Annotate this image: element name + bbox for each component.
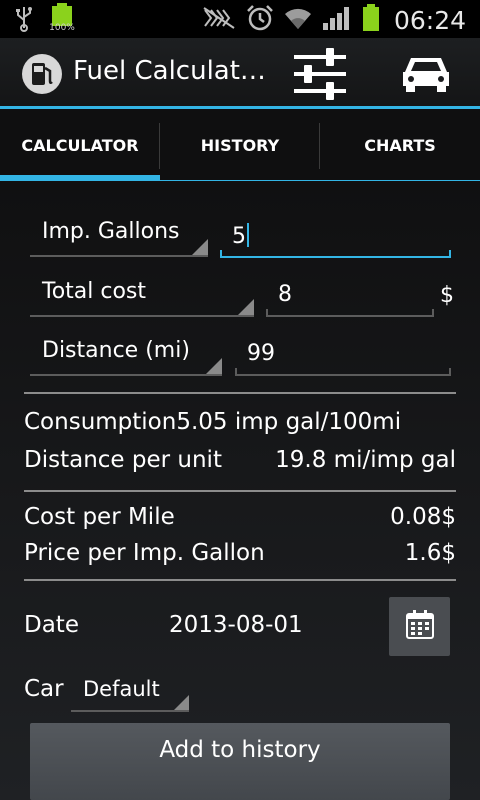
price-per-unit-label: Price per Imp. Gallon	[24, 540, 265, 566]
status-bar: 100% 06:24	[0, 0, 480, 38]
car-label: Car	[24, 676, 64, 702]
cost-input[interactable]: 8	[266, 275, 434, 317]
battery-percent-text: 100%	[49, 23, 75, 33]
tab-calculator[interactable]: CALCULATOR	[0, 109, 160, 181]
volume-input[interactable]: 5	[220, 216, 451, 258]
car-icon[interactable]	[378, 44, 474, 104]
distance-input-value: 99	[247, 341, 275, 366]
distance-per-unit-row: Distance per unit 19.8 mi/imp gal	[24, 447, 456, 473]
cost-mode-text: Total cost	[42, 279, 147, 304]
price-per-unit-value: 1.6$	[404, 540, 456, 566]
alarm-icon	[246, 4, 274, 36]
dropdown-arrow-icon	[238, 299, 254, 315]
battery-icon	[362, 4, 380, 36]
distance-unit-spinner[interactable]: Distance (mi)	[30, 332, 222, 376]
date-label: Date	[24, 612, 79, 638]
consumption-row: Consumption5.05 imp gal/100mi	[24, 409, 456, 435]
add-to-history-label: Add to history	[159, 737, 321, 763]
consumption-value: 5.05 imp gal/100mi	[176, 409, 402, 435]
date-picker-button[interactable]	[389, 597, 450, 656]
clock-time: 06:24	[393, 5, 466, 35]
volume-input-value: 5	[232, 224, 246, 249]
battery-icon: 100%	[49, 3, 75, 33]
cost-mode-spinner[interactable]: Total cost	[30, 273, 254, 317]
cost-input-value: 8	[278, 282, 292, 307]
tab-bar: CALCULATOR HISTORY CHARTS	[0, 109, 480, 181]
distance-input[interactable]: 99	[235, 334, 451, 376]
text-cursor	[247, 223, 249, 247]
add-to-history-button[interactable]: Add to history	[30, 723, 450, 800]
fuel-pump-icon[interactable]	[22, 54, 62, 94]
distance-unit-text: Distance (mi)	[42, 338, 190, 363]
tab-history[interactable]: HISTORY	[160, 109, 320, 181]
car-spinner-text: Default	[83, 677, 160, 701]
dropdown-arrow-icon	[174, 695, 189, 710]
wifi-icon	[284, 5, 312, 35]
distance-per-unit-label: Distance per unit	[24, 447, 222, 473]
settings-sliders-icon[interactable]	[272, 44, 368, 104]
mute-icon	[202, 6, 236, 34]
consumption-label: Consumption	[24, 409, 177, 435]
app-title: Fuel Calculat…	[73, 56, 266, 86]
price-per-unit-row: Price per Imp. Gallon 1.6$	[24, 540, 456, 566]
car-spinner[interactable]: Default	[71, 672, 189, 712]
divider	[24, 579, 456, 581]
cost-per-mile-row: Cost per Mile 0.08$	[24, 504, 456, 530]
signal-icon	[322, 5, 352, 35]
volume-unit-text: Imp. Gallons	[42, 219, 180, 244]
cost-per-mile-value: 0.08$	[390, 504, 456, 530]
cost-per-mile-label: Cost per Mile	[24, 504, 175, 530]
currency-symbol: $	[440, 283, 454, 308]
volume-unit-spinner[interactable]: Imp. Gallons	[30, 213, 208, 257]
tab-charts[interactable]: CHARTS	[320, 109, 480, 181]
usb-icon	[14, 6, 34, 36]
dropdown-arrow-icon	[192, 239, 208, 255]
dropdown-arrow-icon	[206, 358, 222, 374]
distance-per-unit-value: 19.8 mi/imp gal	[275, 447, 456, 473]
date-value[interactable]: 2013-08-01	[169, 612, 303, 638]
divider	[24, 490, 456, 492]
calendar-icon	[404, 609, 436, 645]
divider	[24, 392, 456, 394]
